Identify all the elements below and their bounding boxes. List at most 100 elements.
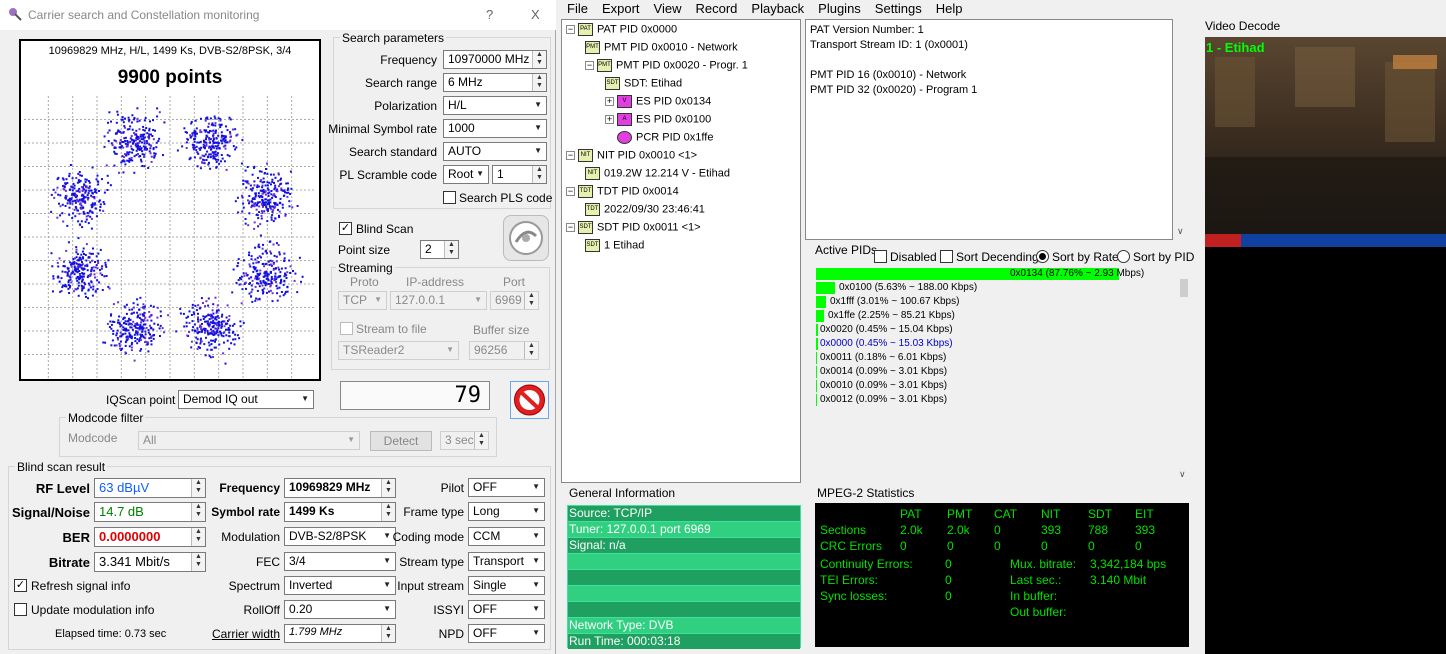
pilot-select[interactable]: OFF [468,478,545,497]
close-button[interactable]: X [531,7,540,22]
tree-item[interactable]: NIT 019.2W 12.214 V - Etihad [585,167,730,180]
menu-playback[interactable]: Playback [751,1,804,16]
fec-select[interactable]: 3/4 [284,552,396,571]
pid-bar [816,282,835,294]
menu-bar: File Export View Record Playback Plugins Setti… [560,0,1446,18]
menu-export[interactable]: Export [602,1,640,16]
sort-by-rate-radio[interactable] [1036,250,1049,263]
modcode-select[interactable]: All [138,431,360,450]
tree-item[interactable]: SDT 1 Etihad [585,239,644,252]
signal-noise-label: Signal/Noise [11,505,90,520]
menu-settings[interactable]: Settings [875,1,922,16]
port-input[interactable]: 6969 ▲ ▼ [490,291,539,310]
sort-by-pid-label: Sort by PID [1133,250,1195,264]
menu-plugins[interactable]: Plugins [818,1,861,16]
stat-value: 0 [1088,539,1095,553]
spin-buttons[interactable]: ▲ ▼ [532,51,546,68]
sort-descending-checkbox[interactable] [940,250,953,263]
search-pls-checkbox[interactable] [443,191,456,204]
update-modulation-checkbox[interactable] [14,603,27,616]
stream-to-file-checkbox[interactable] [340,322,353,335]
pid-row[interactable]: 0x0000 (0.45% ~ 15.03 Kbps) [816,338,1176,350]
carrier-width-label[interactable]: Carrier width [196,627,280,641]
details-scroll-arrow[interactable]: ∨ [1177,226,1184,237]
pid-row[interactable]: 0x0011 (0.18% ~ 6.01 Kbps) [816,352,1176,364]
iqscan-select[interactable]: Demod IQ out [178,390,314,409]
ip-select[interactable]: 127.0.0.1 [390,291,487,310]
input-stream-select[interactable]: Single [468,576,545,595]
pid-row[interactable]: 0x0100 (5.63% ~ 188.00 Kbps) [816,282,1176,294]
tree-item[interactable]: TDT 2022/09/30 23:46:41 [585,203,705,216]
search-range-input[interactable]: 6 MHz ▲ ▼ [443,73,547,92]
pl-code-input[interactable]: 1 ▲ ▼ [492,165,547,184]
proto-select[interactable]: TCP [338,291,387,310]
spin-buttons[interactable]: ▲ ▼ [381,625,395,642]
tdt-icon: TDT [585,203,600,216]
tree-item[interactable]: PCR PID 0x1ffe [617,131,713,144]
tree-item[interactable]: SDT SDT: Etihad [605,77,682,90]
rolloff-select[interactable]: 0.20 [284,600,396,619]
tree-item[interactable]: − TDT TDT PID 0x0014 [566,185,679,198]
sort-by-pid-radio[interactable] [1117,250,1130,263]
tree-item[interactable]: + A ES PID 0x0100 [605,113,711,126]
menu-view[interactable]: View [654,1,682,16]
tree-item[interactable]: − PMT PMT PID 0x0020 - Progr. 1 [585,59,748,72]
pid-row[interactable]: 0x1fff (3.01% ~ 100.67 Kbps) [816,296,1176,308]
refresh-signal-checkbox[interactable]: ✓ [14,579,27,592]
pid-row[interactable]: 0x1ffe (2.25% ~ 85.21 Kbps) [816,310,1176,322]
spin-buttons[interactable]: ▲ ▼ [381,503,395,521]
pid-list-scrollbar[interactable]: ∨ [1179,266,1189,480]
npd-select[interactable]: OFF [468,624,545,643]
pid-row[interactable]: 0x0134 (87.76% ~ 2.93 Mbps) [816,268,1176,280]
pid-text: 0x0000 (0.45% ~ 15.03 Kbps) [820,338,953,349]
modulation-select[interactable]: DVB-S2/8PSK [284,527,396,546]
spin-buttons[interactable]: ▲ ▼ [474,432,488,449]
tree-item[interactable]: − PAT PAT PID 0x0000 [566,23,677,36]
rf-level-label: RF Level [35,481,90,496]
pid-text: 0x0011 (0.18% ~ 6.01 Kbps) [820,352,947,363]
disabled-checkbox[interactable] [874,250,887,263]
polarization-select[interactable]: H/L [443,96,547,115]
issyi-select[interactable]: OFF [468,600,545,619]
spin-buttons[interactable]: ▲ ▼ [532,166,546,183]
search-standard-select[interactable]: AUTO [443,142,547,161]
frame-type-select[interactable]: Long [468,502,545,521]
stream-type-select[interactable]: Transport [468,552,545,571]
help-button[interactable]: ? [486,7,493,22]
satellite-dish-icon[interactable] [503,215,549,261]
spin-buttons[interactable]: ▲ ▼ [532,74,546,91]
menu-record[interactable]: Record [695,1,737,16]
tree-item[interactable]: + V ES PID 0x0134 [605,95,711,108]
sdt-icon: SDT [578,221,593,234]
tree-item[interactable]: PMT PMT PID 0x0010 - Network [585,41,738,54]
stop-button[interactable] [510,381,549,419]
coding-mode-select[interactable]: CCM [468,527,545,546]
menu-help[interactable]: Help [936,1,963,16]
detect-button[interactable]: Detect [370,431,432,451]
buffer-size-input[interactable]: 96256 ▲ ▼ [469,341,539,360]
detect-time-input[interactable]: 3 sec ▲ ▼ [440,431,489,450]
min-symbol-rate-label: Minimal Symbol rate [328,122,437,136]
spin-buttons[interactable]: ▲ ▼ [524,342,538,359]
file-format-select[interactable]: TSReader2 [338,341,459,360]
tree-item[interactable]: − NIT NIT PID 0x0010 <1> [566,149,697,162]
frequency-input[interactable]: 10970000 MHz ▲ ▼ [443,50,547,69]
pid-row[interactable]: 0x0012 (0.09% ~ 3.01 Kbps) [816,394,1176,406]
pid-row[interactable]: 0x0020 (0.45% ~ 15.04 Kbps) [816,324,1176,336]
spin-buttons[interactable]: ▲ ▼ [524,292,538,309]
continuity-label: Continuity Errors: [820,557,913,571]
menu-file[interactable]: File [567,1,588,16]
spectrum-select[interactable]: Inverted [284,576,396,595]
point-size-input[interactable]: 2 ▲ ▼ [420,240,459,259]
min-symbol-rate-select[interactable]: 1000 [443,119,547,138]
out-buffer-label: Out buffer: [1010,605,1067,619]
sdt-icon: SDT [585,239,600,252]
spin-buttons[interactable]: ▲ ▼ [381,479,395,497]
pid-row[interactable]: 0x0010 (0.09% ~ 3.01 Kbps) [816,380,1176,392]
blind-scan-checkbox[interactable]: ✓ [339,222,352,235]
pid-row[interactable]: 0x0014 (0.09% ~ 3.01 Kbps) [816,366,1176,378]
tree-item[interactable]: − SDT SDT PID 0x0011 <1> [566,221,701,234]
stream-tree[interactable]: − PAT PAT PID 0x0000 PMT PMT PID 0x0010 - N… [561,19,801,483]
pl-mode-select[interactable]: Root [443,165,489,184]
spin-buttons[interactable]: ▲ ▼ [444,241,458,258]
